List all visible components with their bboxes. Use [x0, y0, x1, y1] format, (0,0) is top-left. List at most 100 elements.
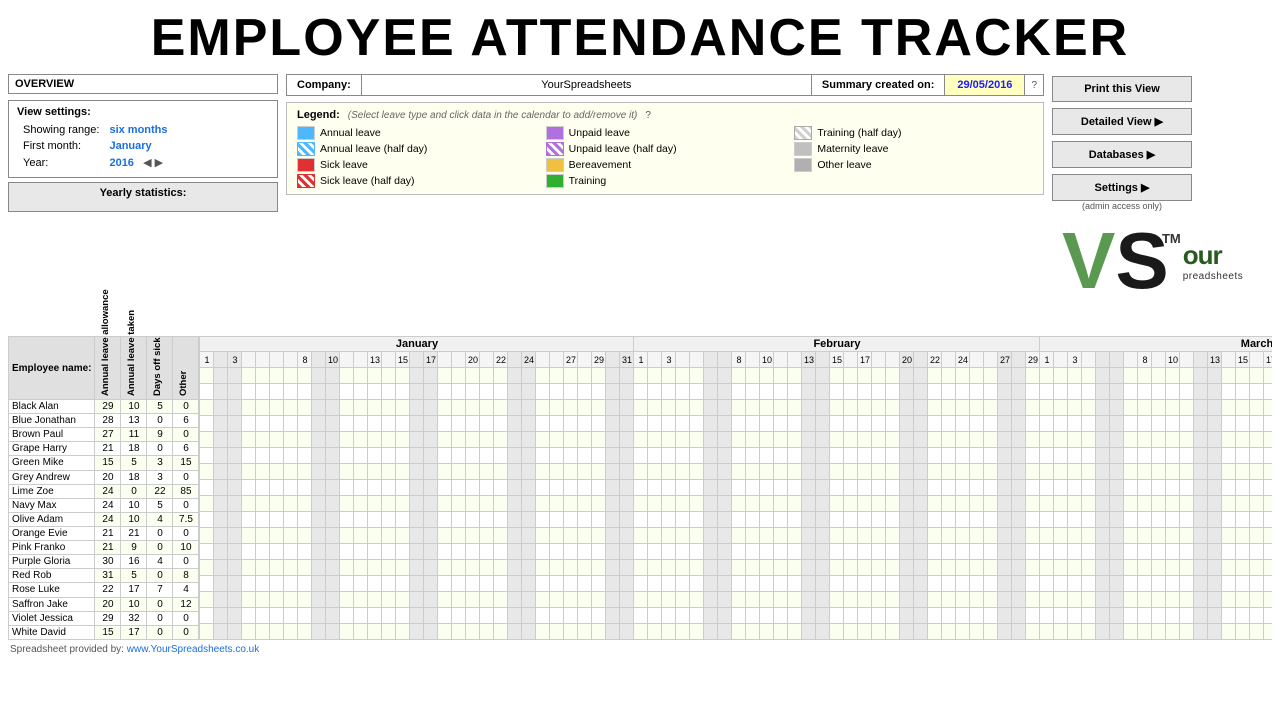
calendar-cell[interactable]	[718, 384, 732, 400]
calendar-cell[interactable]	[774, 592, 788, 608]
calendar-cell[interactable]	[312, 416, 326, 432]
calendar-cell[interactable]	[816, 480, 830, 496]
calendar-cell[interactable]	[480, 560, 494, 576]
calendar-cell[interactable]	[718, 576, 732, 592]
calendar-cell[interactable]	[242, 448, 256, 464]
calendar-cell[interactable]	[1026, 608, 1040, 624]
calendar-cell[interactable]	[1026, 528, 1040, 544]
calendar-cell[interactable]	[564, 368, 578, 384]
calendar-cell[interactable]	[214, 480, 228, 496]
calendar-cell[interactable]	[802, 400, 816, 416]
calendar-cell[interactable]	[438, 624, 452, 640]
calendar-cell[interactable]	[942, 416, 956, 432]
calendar-cell[interactable]	[676, 624, 690, 640]
calendar-cell[interactable]	[508, 560, 522, 576]
calendar-cell[interactable]	[620, 416, 634, 432]
calendar-cell[interactable]	[1250, 560, 1264, 576]
calendar-cell[interactable]	[900, 432, 914, 448]
calendar-cell[interactable]	[410, 512, 424, 528]
calendar-cell[interactable]	[1040, 480, 1054, 496]
calendar-cell[interactable]	[1054, 384, 1068, 400]
calendar-cell[interactable]	[592, 448, 606, 464]
calendar-cell[interactable]	[312, 368, 326, 384]
calendar-cell[interactable]	[634, 432, 648, 448]
calendar-cell[interactable]	[830, 528, 844, 544]
calendar-cell[interactable]	[914, 608, 928, 624]
calendar-cell[interactable]	[1012, 528, 1026, 544]
calendar-cell[interactable]	[1250, 400, 1264, 416]
calendar-cell[interactable]	[984, 608, 998, 624]
calendar-cell[interactable]	[270, 432, 284, 448]
legend-sick-half[interactable]: Sick leave (half day)	[297, 174, 536, 188]
calendar-cell[interactable]	[1012, 416, 1026, 432]
calendar-cell[interactable]	[676, 368, 690, 384]
calendar-cell[interactable]	[844, 544, 858, 560]
calendar-cell[interactable]	[536, 384, 550, 400]
calendar-cell[interactable]	[942, 592, 956, 608]
calendar-cell[interactable]	[256, 512, 270, 528]
calendar-cell[interactable]	[298, 512, 312, 528]
calendar-cell[interactable]	[396, 528, 410, 544]
calendar-cell[interactable]	[578, 544, 592, 560]
calendar-cell[interactable]	[1096, 416, 1110, 432]
calendar-cell[interactable]	[382, 400, 396, 416]
calendar-cell[interactable]	[662, 448, 676, 464]
calendar-cell[interactable]	[466, 416, 480, 432]
calendar-cell[interactable]	[1180, 368, 1194, 384]
calendar-cell[interactable]	[368, 608, 382, 624]
calendar-cell[interactable]	[606, 496, 620, 512]
calendar-cell[interactable]	[284, 432, 298, 448]
calendar-cell[interactable]	[704, 512, 718, 528]
calendar-cell[interactable]	[1054, 544, 1068, 560]
calendar-cell[interactable]	[998, 496, 1012, 512]
calendar-cell[interactable]	[1012, 576, 1026, 592]
calendar-cell[interactable]	[452, 416, 466, 432]
calendar-cell[interactable]	[760, 432, 774, 448]
calendar-cell[interactable]	[718, 624, 732, 640]
calendar-cell[interactable]	[816, 384, 830, 400]
calendar-cell[interactable]	[1026, 512, 1040, 528]
calendar-cell[interactable]	[494, 432, 508, 448]
calendar-cell[interactable]	[1208, 624, 1222, 640]
calendar-cell[interactable]	[956, 544, 970, 560]
calendar-cell[interactable]	[634, 448, 648, 464]
calendar-cell[interactable]	[1208, 528, 1222, 544]
calendar-cell[interactable]	[1208, 576, 1222, 592]
calendar-cell[interactable]	[774, 512, 788, 528]
calendar-cell[interactable]	[858, 448, 872, 464]
calendar-cell[interactable]	[690, 384, 704, 400]
calendar-cell[interactable]	[214, 400, 228, 416]
calendar-cell[interactable]	[746, 544, 760, 560]
calendar-cell[interactable]	[886, 528, 900, 544]
calendar-cell[interactable]	[634, 576, 648, 592]
calendar-cell[interactable]	[494, 400, 508, 416]
calendar-cell[interactable]	[1264, 384, 1272, 400]
calendar-cell[interactable]	[424, 384, 438, 400]
calendar-cell[interactable]	[298, 576, 312, 592]
calendar-cell[interactable]	[732, 624, 746, 640]
calendar-cell[interactable]	[984, 400, 998, 416]
calendar-cell[interactable]	[998, 592, 1012, 608]
calendar-cell[interactable]	[928, 512, 942, 528]
calendar-cell[interactable]	[508, 384, 522, 400]
calendar-cell[interactable]	[956, 464, 970, 480]
calendar-cell[interactable]	[774, 480, 788, 496]
calendar-cell[interactable]	[536, 512, 550, 528]
calendar-cell[interactable]	[284, 400, 298, 416]
calendar-cell[interactable]	[200, 512, 214, 528]
calendar-cell[interactable]	[522, 432, 536, 448]
calendar-cell[interactable]	[522, 528, 536, 544]
calendar-cell[interactable]	[760, 512, 774, 528]
calendar-cell[interactable]	[732, 464, 746, 480]
calendar-cell[interactable]	[970, 384, 984, 400]
calendar-cell[interactable]	[732, 528, 746, 544]
calendar-cell[interactable]	[228, 608, 242, 624]
calendar-cell[interactable]	[690, 416, 704, 432]
calendar-cell[interactable]	[284, 368, 298, 384]
calendar-cell[interactable]	[1040, 624, 1054, 640]
calendar-cell[interactable]	[522, 624, 536, 640]
calendar-cell[interactable]	[816, 368, 830, 384]
calendar-cell[interactable]	[1110, 560, 1124, 576]
calendar-cell[interactable]	[1068, 592, 1082, 608]
calendar-cell[interactable]	[312, 432, 326, 448]
